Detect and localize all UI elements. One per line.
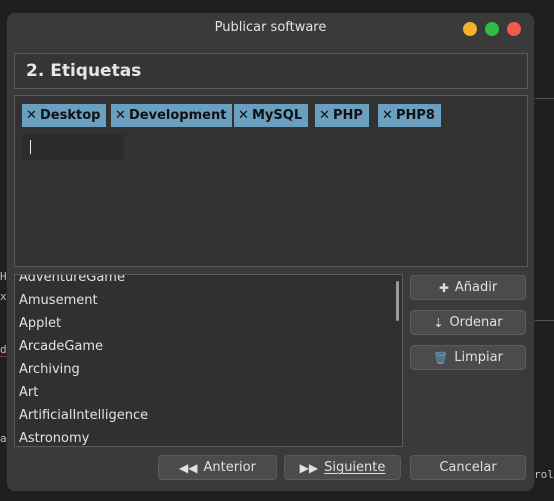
add-label: Añadir <box>454 280 498 295</box>
list-item[interactable]: Applet <box>19 316 61 331</box>
tag-chip[interactable]: ✕ PHP8 <box>378 104 441 127</box>
list-item[interactable]: AdventureGame <box>19 275 125 285</box>
next-label: Siguiente <box>324 460 386 475</box>
list-item[interactable]: Archiving <box>19 362 80 377</box>
step-header: 2. Etiquetas <box>14 53 528 89</box>
tag-label: PHP8 <box>396 108 435 123</box>
category-list[interactable]: AdventureGame Amusement Applet ArcadeGam… <box>14 274 403 447</box>
tag-label: Desktop <box>40 108 101 123</box>
remove-tag-icon[interactable]: ✕ <box>26 104 40 127</box>
fast-forward-icon: ▶▶ <box>299 460 319 475</box>
list-item[interactable]: ArcadeGame <box>19 339 103 354</box>
background-red-line <box>0 356 7 357</box>
list-item[interactable]: ArtificialIntelligence <box>19 408 148 423</box>
add-button[interactable]: ✚ Añadir <box>410 275 526 300</box>
tag-label: PHP <box>333 108 363 123</box>
clear-button[interactable]: 🗑 Limpiar <box>410 345 526 370</box>
tag-chip[interactable]: ✕ PHP <box>315 104 369 127</box>
background-divider <box>534 320 554 321</box>
tags-area[interactable]: ✕ Desktop ✕ Development ✕ MySQL ✕ PHP ✕ PHP8 <box>14 95 528 267</box>
tag-chip[interactable]: ✕ Desktop <box>22 104 107 127</box>
remove-tag-icon[interactable]: ✕ <box>319 104 333 127</box>
background-divider <box>534 98 554 99</box>
cancel-button[interactable]: Cancelar <box>410 455 526 480</box>
tag-chip[interactable]: ✕ Development <box>111 104 233 127</box>
window-title: Publicar software <box>214 20 327 35</box>
previous-button[interactable]: ◀◀ Anterior <box>158 455 277 480</box>
title-bar[interactable]: Publicar software <box>7 13 534 47</box>
minimize-button[interactable] <box>463 22 477 36</box>
remove-tag-icon[interactable]: ✕ <box>238 104 252 127</box>
previous-label: Anterior <box>203 460 256 475</box>
rewind-icon: ◀◀ <box>179 460 198 475</box>
sort-down-icon: ⇣ <box>433 315 444 330</box>
publish-software-dialog: Publicar software 2. Etiquetas ✕ Desktop … <box>7 13 534 491</box>
tag-label: MySQL <box>252 108 303 123</box>
tag-chip[interactable]: ✕ MySQL <box>234 104 309 127</box>
trash-icon: 🗑 <box>433 350 449 365</box>
scrollbar-thumb[interactable] <box>396 281 399 321</box>
remove-tag-icon[interactable]: ✕ <box>115 104 129 127</box>
list-item[interactable]: Art <box>19 385 38 400</box>
maximize-button[interactable] <box>485 22 499 36</box>
step-title: 2. Etiquetas <box>26 61 142 81</box>
remove-tag-icon[interactable]: ✕ <box>382 104 396 127</box>
text-caret <box>30 140 31 154</box>
sort-button[interactable]: ⇣ Ordenar <box>410 310 526 335</box>
list-item[interactable]: Astronomy <box>19 431 89 446</box>
background-text: rol <box>534 468 554 481</box>
cancel-label: Cancelar <box>439 460 497 475</box>
list-scrollbar[interactable] <box>392 275 402 446</box>
clear-label: Limpiar <box>454 350 503 365</box>
close-button[interactable] <box>507 22 521 36</box>
tag-input[interactable] <box>22 134 124 160</box>
sort-label: Ordenar <box>449 315 503 330</box>
list-item[interactable]: Amusement <box>19 293 98 308</box>
plus-icon: ✚ <box>438 280 449 295</box>
next-button[interactable]: ▶▶ Siguiente <box>284 455 401 480</box>
tag-label: Development <box>129 108 227 123</box>
